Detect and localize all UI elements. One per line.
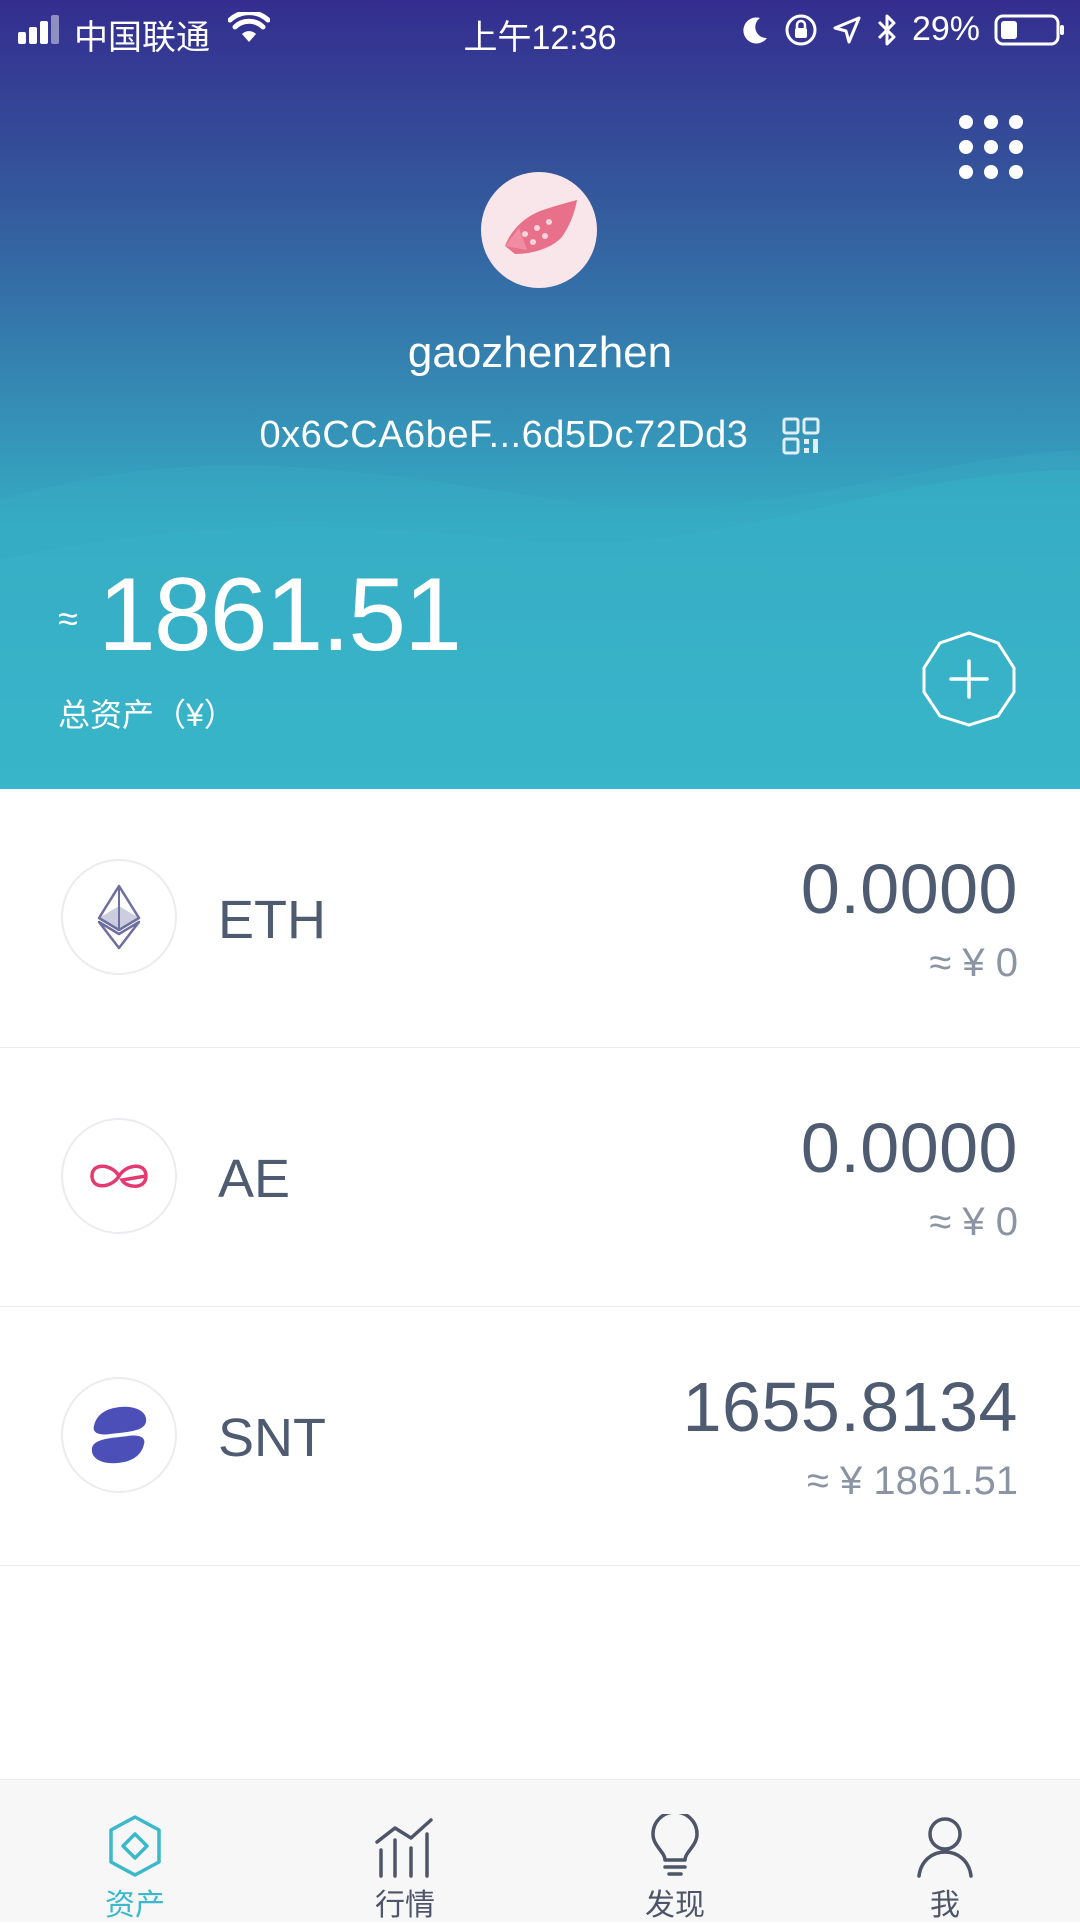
seashell-avatar-icon [505, 200, 577, 254]
wallet-address[interactable]: 0x6CCA6beF...6d5Dc72Dd3 [260, 414, 749, 457]
token-fiat-value: ≈ ¥ 1861.51 [806, 1459, 1018, 1503]
wallet-diamond-icon [109, 1815, 161, 1877]
status-bar: 中国联通 上午12:36 29% [0, 0, 1080, 60]
tab-me[interactable]: 我 [810, 1780, 1080, 1922]
token-symbol: AE [218, 1149, 291, 1209]
tab-market[interactable]: 行情 [270, 1780, 540, 1922]
location-arrow-icon [833, 16, 861, 43]
token-list: ETH 0.0000 ≈ ¥ 0 AE 0.0000 ≈ ¥ 0 SNT 165… [0, 789, 1080, 1566]
tab-label: 资产 [105, 1889, 165, 1922]
token-symbol: ETH [218, 890, 326, 950]
lightbulb-icon [651, 1814, 699, 1876]
token-amount: 0.0000 [800, 1109, 1018, 1187]
token-fiat-value: ≈ ¥ 0 [929, 1200, 1018, 1244]
address-row: 0x6CCA6beF...6d5Dc72Dd3 [0, 414, 1080, 457]
status-icon [61, 1377, 177, 1493]
tab-discover[interactable]: 发现 [540, 1780, 810, 1922]
avatar[interactable] [481, 172, 597, 288]
total-approx-symbol: ≈ [58, 598, 78, 639]
moon-icon [743, 16, 767, 43]
market-chart-icon [375, 1818, 433, 1878]
token-symbol: SNT [218, 1408, 326, 1468]
token-amount: 0.0000 [800, 850, 1018, 928]
token-amount: 1655.8134 [682, 1368, 1018, 1446]
tab-label: 行情 [375, 1889, 435, 1922]
token-fiat-value: ≈ ¥ 0 [929, 941, 1018, 985]
person-icon [917, 1817, 973, 1878]
tab-label: 我 [930, 1889, 960, 1922]
grid-menu-icon[interactable] [958, 114, 1024, 180]
add-token-icon[interactable] [920, 630, 1018, 728]
token-row-ae[interactable]: AE 0.0000 ≈ ¥ 0 [0, 1048, 1080, 1307]
status-right-icons: 29% [740, 10, 1066, 49]
total-assets-label: 总资产（¥） [58, 697, 236, 733]
aeternity-icon [61, 1118, 177, 1234]
battery-icon [994, 14, 1064, 45]
wallet-username: gaozhenzhen [407, 328, 673, 377]
qr-code-icon[interactable] [782, 417, 820, 455]
wallet-header: 中国联通 上午12:36 29% gaozhenzhen 0x6CCA6beF.… [0, 0, 1080, 789]
bluetooth-icon [877, 14, 896, 45]
token-row-eth[interactable]: ETH 0.0000 ≈ ¥ 0 [0, 789, 1080, 1048]
token-row-snt[interactable]: SNT 1655.8134 ≈ ¥ 1861.51 [0, 1307, 1080, 1566]
orientation-lock-icon [785, 14, 817, 45]
bottom-tab-bar: 资产 行情 发现 我 [0, 1779, 1080, 1922]
tab-assets[interactable]: 资产 [0, 1780, 270, 1922]
battery-percentage: 29% [911, 10, 980, 48]
total-assets-value: 1861.51 [98, 557, 462, 673]
ethereum-icon [61, 859, 177, 975]
tab-label: 发现 [645, 1889, 705, 1922]
